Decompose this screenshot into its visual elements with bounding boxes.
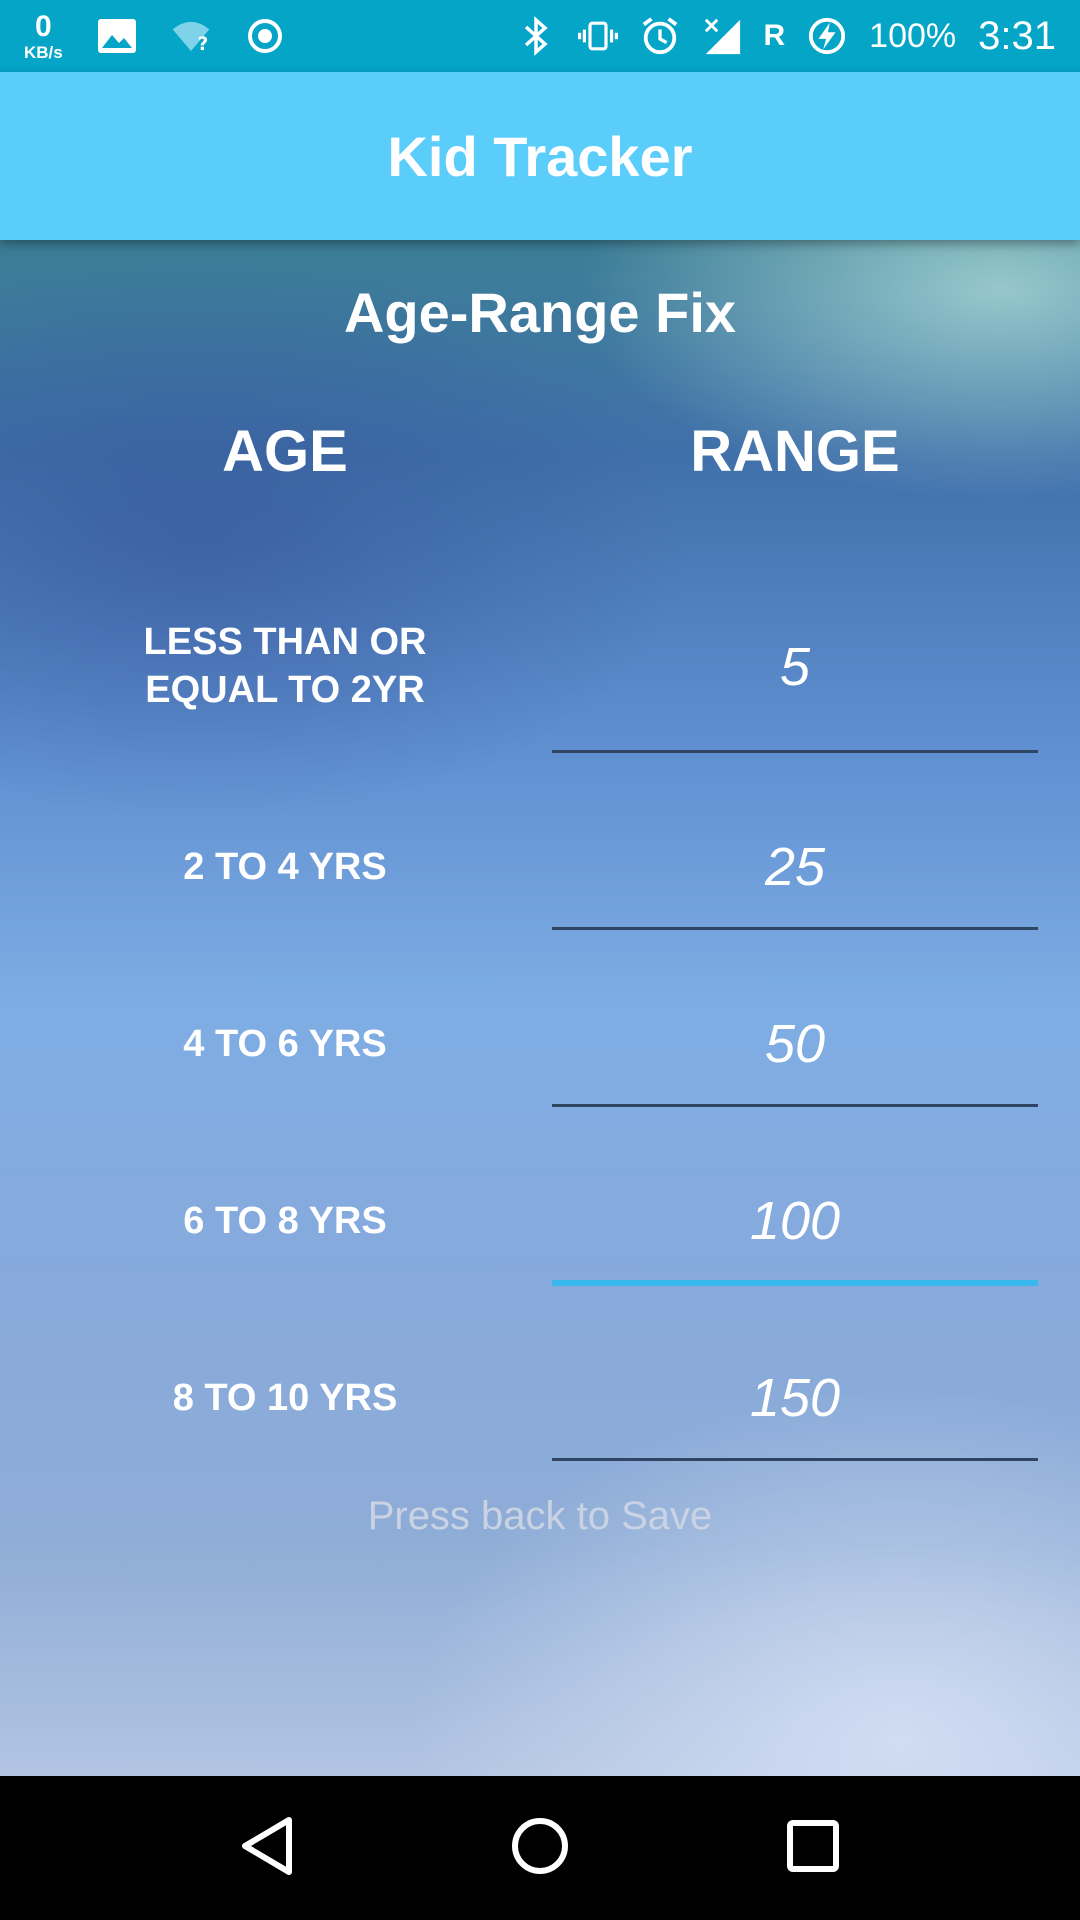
wifi-question-icon: ? [171, 16, 211, 56]
image-icon [97, 16, 137, 56]
range-input-underline-row-1 [552, 750, 1038, 753]
app-title: Kid Tracker [387, 124, 693, 188]
range-input-row-5[interactable]: 150 [552, 1367, 1038, 1429]
range-input-row-2[interactable]: 25 [552, 836, 1038, 898]
bluetooth-icon [516, 16, 556, 56]
age-label-row-5: 8 TO 10 YRS [172, 1377, 398, 1419]
age-column-header: AGE [222, 419, 348, 484]
net-speed-unit: KB/s [24, 42, 63, 62]
range-input-underline-row-4-focused [552, 1280, 1038, 1286]
signal-icon [702, 16, 742, 56]
record-icon [245, 16, 285, 56]
range-input-underline-row-5 [552, 1458, 1038, 1461]
range-input-row-4[interactable]: 100 [552, 1190, 1038, 1252]
content-area: Age-Range Fix AGE RANGE LESS THAN OR EQU… [0, 240, 1080, 1776]
age-label-row-4: 6 TO 8 YRS [183, 1200, 387, 1242]
app-bar: Kid Tracker [0, 72, 1080, 240]
navigation-bar [0, 1776, 1080, 1920]
status-bar: 0 KB/s ? R 100% 3:31 [0, 0, 1080, 72]
home-button[interactable] [500, 1808, 580, 1888]
range-column-header: RANGE [690, 419, 900, 484]
range-input-underline-row-2 [552, 927, 1038, 930]
net-speed-indicator: 0 KB/s [24, 9, 63, 62]
recents-button[interactable] [773, 1808, 853, 1888]
age-label-row-2: 2 TO 4 YRS [183, 846, 387, 888]
charging-icon [807, 16, 847, 56]
range-input-row-3[interactable]: 50 [552, 1013, 1038, 1075]
back-button[interactable] [227, 1808, 307, 1888]
page-title: Age-Range Fix [343, 281, 737, 344]
save-hint: Press back to Save [367, 1494, 713, 1538]
svg-text:?: ? [197, 34, 208, 55]
age-label-row-3: 4 TO 6 YRS [183, 1023, 387, 1065]
recents-icon [786, 1819, 840, 1878]
range-input-underline-row-3 [552, 1104, 1038, 1107]
vibrate-icon [577, 16, 618, 56]
age-label-line-2: EQUAL TO 2YR [145, 669, 425, 711]
age-label-row-1: LESS THAN OR EQUAL TO 2YR [85, 618, 485, 714]
age-label-line-1: LESS THAN OR [143, 621, 427, 663]
range-input-row-1[interactable]: 5 [552, 636, 1038, 698]
home-icon [510, 1816, 570, 1881]
alarm-icon [640, 16, 680, 56]
back-icon [239, 1816, 295, 1881]
roaming-indicator: R [763, 19, 786, 52]
clock: 3:31 [978, 13, 1056, 58]
battery-level: 100% [869, 16, 957, 55]
net-speed-value: 0 [35, 9, 52, 43]
